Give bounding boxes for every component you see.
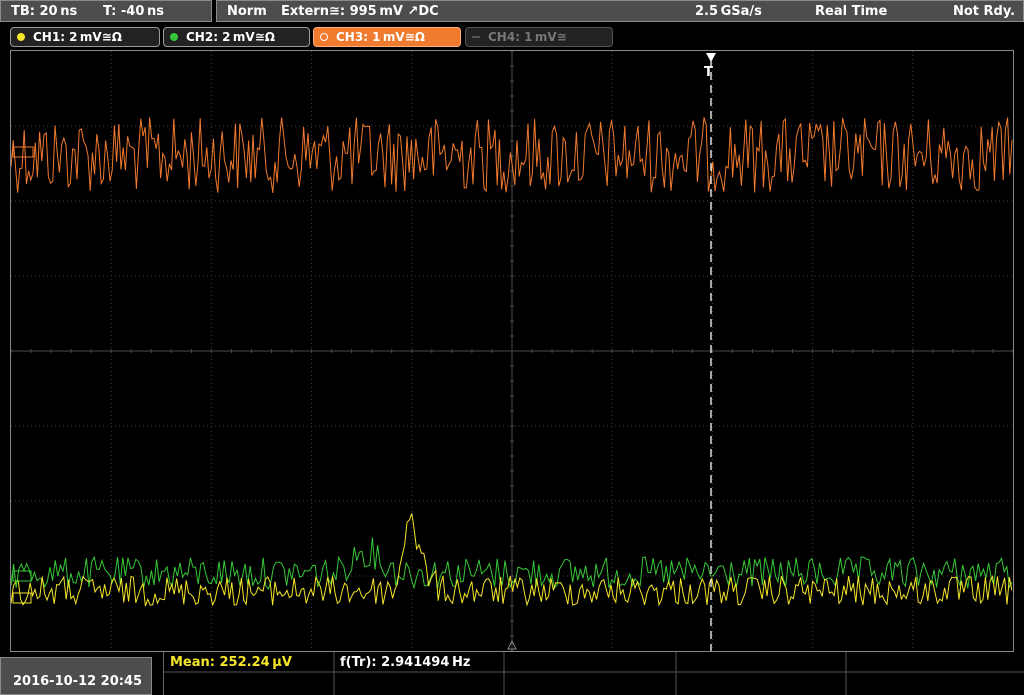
trigger-position-marker[interactable]: T [704, 65, 713, 80]
datetime-panel: 2016-10-12 20:45 [0, 657, 152, 695]
timebase-label[interactable]: TB: 20 ns [11, 4, 77, 19]
trigger-arrow-icon [706, 53, 716, 62]
trigger-mode-label[interactable]: Norm [227, 4, 267, 19]
mean-measurement[interactable]: Mean: 252.24 µV [170, 655, 292, 670]
ch4-indicator-icon [472, 36, 480, 38]
timebase-panel[interactable]: TB: 20 ns T: -40 ns [0, 0, 212, 22]
ch2-label: CH2: 2 mV≅Ω [186, 30, 275, 44]
waveform-canvas [11, 51, 1013, 651]
ch2-indicator-icon [170, 33, 178, 41]
datetime-label: 2016-10-12 20:45 [13, 674, 143, 689]
channel-tab-ch4[interactable]: CH4: 1 mV≅ [465, 27, 613, 47]
channel-tab-ch1[interactable]: CH1: 2 mV≅Ω [10, 27, 160, 47]
trigger-source-label[interactable]: Extern≅: 995 mV ↗DC [281, 4, 439, 19]
channel-tab-ch3[interactable]: CH3: 1 mV≅Ω [313, 27, 461, 47]
acquisition-mode-label: Real Time [815, 4, 888, 19]
frequency-measurement[interactable]: f(Tr): 2.941494 Hz [340, 655, 470, 670]
ch1-label: CH1: 2 mV≅Ω [33, 30, 122, 44]
ch3-label: CH3: 1 mV≅Ω [336, 30, 425, 44]
trigger-time-label[interactable]: T: -40 ns [103, 4, 164, 19]
ch1-trace [11, 513, 1013, 607]
ch3-indicator-icon [320, 33, 328, 41]
ch1-indicator-icon [17, 33, 25, 41]
acquisition-state-label: Not Rdy. [953, 4, 1016, 19]
ch4-label: CH4: 1 mV≅ [488, 30, 567, 44]
channel-tab-ch2[interactable]: CH2: 2 mV≅Ω [163, 27, 310, 47]
status-bar: TB: 20 ns T: -40 ns Norm Extern≅: 995 mV… [0, 0, 1024, 24]
measurement-grid [164, 652, 1024, 695]
trigger-status-panel[interactable]: Norm Extern≅: 995 mV ↗DC 2.5 GSa/s Real … [216, 0, 1024, 22]
measurement-panel[interactable]: Mean: 252.24 µV f(Tr): 2.941494 Hz [163, 652, 1024, 695]
graticule [11, 51, 1013, 651]
waveform-display[interactable]: T [10, 50, 1014, 652]
sample-rate-label: 2.5 GSa/s [695, 4, 762, 19]
